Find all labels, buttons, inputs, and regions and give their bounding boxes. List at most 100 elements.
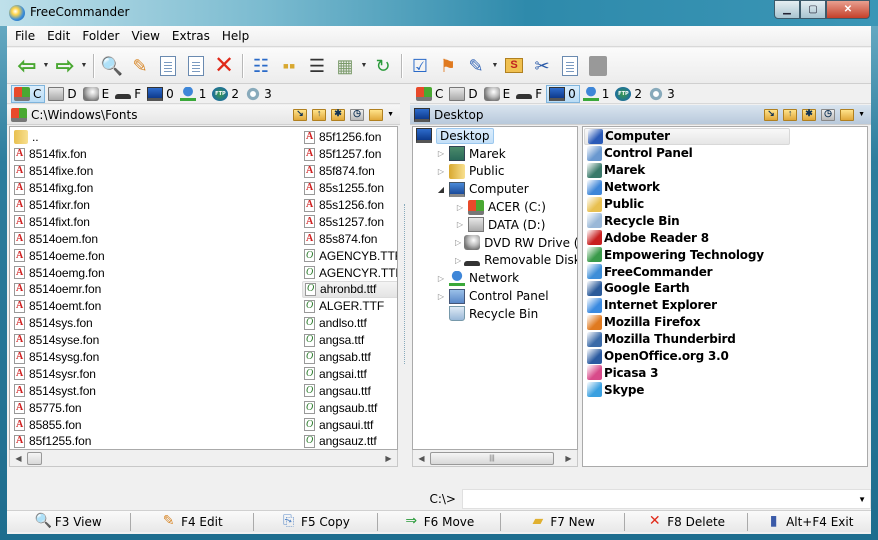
- file-row[interactable]: Skype: [584, 381, 790, 398]
- parent-folder-icon[interactable]: ↑: [783, 108, 798, 121]
- file-row[interactable]: A 85s1255.fon: [302, 180, 397, 197]
- tree-node[interactable]: ▷ Marek: [413, 145, 577, 163]
- file-row[interactable]: Network: [584, 179, 790, 196]
- file-row[interactable]: Empowering Technology: [584, 246, 790, 263]
- edit-button[interactable]: ✎: [126, 52, 154, 80]
- menu-folder[interactable]: Folder: [76, 26, 125, 46]
- menu-edit[interactable]: Edit: [41, 26, 76, 46]
- file-row[interactable]: Oangsai.ttf: [302, 365, 397, 382]
- file-row[interactable]: Adobe Reader 8: [584, 229, 790, 246]
- file-row[interactable]: Recycle Bin: [584, 212, 790, 229]
- expanded-triangle-icon[interactable]: ◢: [436, 185, 446, 194]
- fkey-alt-f4-exit[interactable]: ▮ Alt+F4 Exit: [748, 513, 871, 531]
- back-button[interactable]: ⇦: [13, 52, 41, 80]
- file-row[interactable]: FreeCommander: [584, 263, 790, 280]
- left-horizontal-scrollbar[interactable]: ◀ ▶: [9, 450, 398, 467]
- view-button[interactable]: 🔍: [98, 52, 126, 80]
- tree-node[interactable]: ▷ Network: [413, 269, 577, 287]
- drive-button-F[interactable]: F: [113, 85, 144, 103]
- fkey-f7-new[interactable]: ▰ F7 New: [501, 512, 625, 531]
- tree-node[interactable]: ▷ DVD RW Drive (E:): [413, 234, 577, 252]
- file-row[interactable]: Oangsau.ttf: [302, 382, 397, 399]
- collapsed-triangle-icon[interactable]: ▷: [436, 149, 446, 158]
- file-row[interactable]: A 8514oem.fon: [12, 230, 212, 247]
- fkey-f6-move[interactable]: ⇒ F6 Move: [378, 512, 502, 531]
- scroll-thumb[interactable]: |||: [430, 451, 554, 465]
- close-button[interactable]: ✕: [826, 0, 870, 19]
- title-bar[interactable]: FreeCommander ▁ ▢ ✕: [0, 0, 878, 26]
- folder-size-button[interactable]: S: [500, 52, 528, 80]
- drive-button-E[interactable]: E: [482, 85, 514, 103]
- file-row[interactable]: Oahronbd.ttf: [302, 281, 397, 298]
- copy-button[interactable]: [154, 52, 182, 80]
- folder-menu-dropdown[interactable]: ▼: [387, 111, 394, 118]
- file-row[interactable]: Marek: [584, 162, 790, 179]
- drive-button-3[interactable]: 3: [243, 85, 275, 103]
- command-line-input[interactable]: ▼: [462, 489, 871, 509]
- file-row[interactable]: Oangsab.ttf: [302, 349, 397, 366]
- chevron-down-icon[interactable]: ▼: [858, 495, 866, 504]
- forward-dropdown[interactable]: ▼: [79, 52, 89, 80]
- file-row[interactable]: Google Earth: [584, 280, 790, 297]
- details-view-button[interactable]: ☰: [303, 52, 331, 80]
- file-row[interactable]: A 85855.fon: [12, 416, 212, 433]
- cut-button[interactable]: ✂: [528, 52, 556, 80]
- file-row[interactable]: Oangsa.ttf: [302, 332, 397, 349]
- fkey-f3-view[interactable]: 🔍 F3 View: [7, 512, 131, 531]
- windows-button[interactable]: ⚑: [434, 52, 462, 80]
- drive-button-C[interactable]: C: [414, 85, 446, 103]
- scroll-right-arrow[interactable]: ▶: [380, 454, 397, 463]
- file-row[interactable]: A 8514fixe.fon: [12, 163, 212, 180]
- file-row[interactable]: A 8514fixg.fon: [12, 180, 212, 197]
- right-file-list[interactable]: Computer Control Panel Marek Network Public R…: [582, 126, 868, 467]
- file-row[interactable]: Internet Explorer: [584, 297, 790, 314]
- back-dropdown[interactable]: ▼: [41, 52, 51, 80]
- tree-node[interactable]: ▷ Removable Disk (F:): [413, 252, 577, 270]
- fkey-f5-copy[interactable]: ⎘ F5 Copy: [254, 512, 378, 531]
- file-row[interactable]: A 8514fixr.fon: [12, 197, 212, 214]
- file-row[interactable]: A 8514syst.fon: [12, 382, 212, 399]
- file-row[interactable]: Control Panel: [584, 145, 790, 162]
- fkey-f4-edit[interactable]: ✎ F4 Edit: [131, 512, 255, 531]
- folder-menu-dropdown[interactable]: ▼: [858, 111, 865, 118]
- thumbnails-view-button[interactable]: ▦: [331, 52, 359, 80]
- list-view-button[interactable]: ▪▪: [275, 52, 303, 80]
- scroll-left-arrow[interactable]: ◀: [10, 454, 27, 463]
- favorite-folder-icon[interactable]: ✱: [802, 108, 817, 121]
- notepad-dropdown[interactable]: ▼: [490, 52, 500, 80]
- drive-button-2[interactable]: FTP 2: [613, 85, 645, 103]
- drive-button-D[interactable]: D: [46, 85, 79, 103]
- file-row[interactable]: A 85f1256.fon: [302, 129, 397, 146]
- tree-node[interactable]: ▷ Control Panel: [413, 287, 577, 305]
- file-row[interactable]: O ALGER.TTF: [302, 298, 397, 315]
- drive-button-0[interactable]: 0: [145, 85, 177, 103]
- history-folder-icon[interactable]: ◷: [350, 108, 365, 121]
- drive-button-E[interactable]: E: [81, 85, 113, 103]
- file-row[interactable]: A 8514oemg.fon: [12, 264, 212, 281]
- forward-button[interactable]: ⇨: [51, 52, 79, 80]
- menu-help[interactable]: Help: [216, 26, 255, 46]
- copy-clipboard-button[interactable]: [556, 52, 584, 80]
- file-row[interactable]: ..: [12, 129, 212, 146]
- scroll-thumb[interactable]: [27, 451, 42, 465]
- paste-button[interactable]: [584, 52, 612, 80]
- right-path[interactable]: Desktop: [434, 108, 759, 122]
- root-folder-icon[interactable]: ↘: [293, 108, 308, 121]
- file-row[interactable]: O AGENCYB.TTF: [302, 247, 397, 264]
- parent-folder-icon[interactable]: ↑: [312, 108, 327, 121]
- collapsed-triangle-icon[interactable]: ▷: [436, 292, 446, 301]
- drive-button-1[interactable]: 1: [178, 85, 210, 103]
- file-row[interactable]: Oandlso.ttf: [302, 315, 397, 332]
- collapsed-triangle-icon[interactable]: ▷: [455, 256, 461, 265]
- tree-node[interactable]: Recycle Bin: [413, 305, 577, 323]
- left-path[interactable]: C:\Windows\Fonts: [31, 108, 288, 122]
- menu-view[interactable]: View: [125, 26, 165, 46]
- file-row[interactable]: O AGENCYR.TTF: [302, 264, 397, 281]
- file-row[interactable]: Oangsaui.ttf: [302, 416, 397, 433]
- file-row[interactable]: Oangsauz.ttf: [302, 433, 397, 449]
- root-folder-icon[interactable]: ↘: [764, 108, 779, 121]
- file-row[interactable]: A 8514fix.fon: [12, 146, 212, 163]
- drive-button-1[interactable]: 1: [581, 85, 613, 103]
- file-row[interactable]: A 8514syse.fon: [12, 332, 212, 349]
- scroll-left-arrow[interactable]: ◀: [413, 454, 430, 463]
